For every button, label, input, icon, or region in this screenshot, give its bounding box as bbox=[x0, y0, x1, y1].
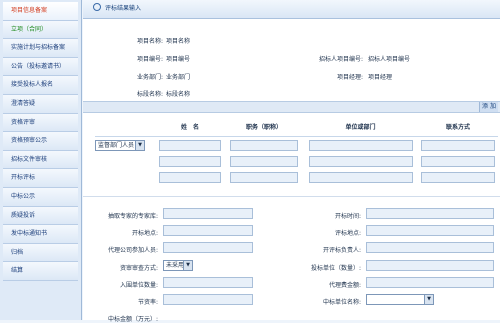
qual-method-select[interactable]: 未采用 ▼ bbox=[163, 260, 193, 271]
shortlist-count-label: 入围单位数量: bbox=[119, 282, 158, 289]
sidebar-item-complaints[interactable]: 质疑投诉 bbox=[3, 206, 78, 226]
open-place-label: 开标地点: bbox=[131, 230, 158, 237]
qual-method-label: 资审审查方式: bbox=[119, 265, 158, 272]
sidebar-item-clarification[interactable]: 澄清答疑 bbox=[3, 94, 78, 114]
sidebar-item-archive[interactable]: 归档 bbox=[3, 243, 78, 263]
bidder-count-label: 投标单位（数量）: bbox=[310, 265, 361, 272]
bidder-count-input[interactable] bbox=[366, 260, 494, 271]
eval-place-input[interactable] bbox=[366, 225, 494, 236]
col-header-name: 姓 名 bbox=[155, 116, 225, 137]
add-button[interactable]: 添 加 bbox=[479, 102, 498, 112]
section-name-label: 标段名称: bbox=[136, 91, 163, 98]
sidebar-item-plan-filing[interactable]: 实施计划与招标备案 bbox=[3, 39, 78, 58]
chevron-down-icon: ▼ bbox=[135, 140, 144, 150]
committee-table: 姓 名 职务（职称） 单位或部门 联系方式 监督部门人员 ▼ bbox=[95, 116, 498, 185]
project-no-value: 项目编号 bbox=[166, 56, 191, 63]
qual-method-value: 未采用 bbox=[166, 262, 185, 269]
open-leader-label: 开评标负责人: bbox=[322, 247, 361, 254]
col-header-title: 职务（职称） bbox=[225, 116, 303, 137]
table-row: 监督部门人员 ▼ bbox=[95, 137, 498, 154]
open-leader-input[interactable] bbox=[366, 242, 494, 253]
member-unit-input[interactable] bbox=[308, 171, 413, 183]
member-contact-input[interactable] bbox=[421, 155, 495, 167]
winner-label: 中标单位名称: bbox=[322, 299, 361, 306]
eval-place-label: 评标地点: bbox=[334, 230, 361, 237]
expert-source-label: 抽取专家的专家库: bbox=[107, 213, 158, 220]
member-title-input[interactable] bbox=[230, 139, 298, 151]
member-contact-input[interactable] bbox=[421, 171, 495, 183]
member-title-input[interactable] bbox=[230, 155, 298, 167]
member-unit-input[interactable] bbox=[308, 155, 413, 167]
open-time-label: 开标时间: bbox=[334, 213, 361, 220]
tender-no-label: 招标人项目编号: bbox=[318, 56, 363, 63]
member-name-input[interactable] bbox=[159, 139, 221, 151]
sidebar-item-project-info[interactable]: 项目信息备案 bbox=[3, 2, 78, 21]
sidebar-item-bid-evaluation[interactable]: 开标评标 bbox=[3, 169, 78, 188]
sidebar-item-prequal-notice[interactable]: 资格预审公示 bbox=[3, 132, 78, 151]
col-header-contact: 联系方式 bbox=[418, 116, 498, 137]
agency-members-label: 代理公司参加人员: bbox=[107, 247, 158, 254]
sidebar-item-settlement[interactable]: 结算 bbox=[3, 262, 78, 281]
sidebar-item-registration[interactable]: 接受投标人报名 bbox=[3, 76, 78, 95]
open-time-input[interactable] bbox=[366, 208, 494, 219]
sidebar-item-award-notice[interactable]: 中标公示 bbox=[3, 187, 78, 207]
manager-value: 项目经理 bbox=[368, 74, 393, 81]
project-no-label: 项目编号: bbox=[136, 56, 163, 63]
table-row bbox=[95, 169, 498, 185]
member-name-input[interactable] bbox=[159, 171, 221, 183]
open-place-input[interactable] bbox=[163, 225, 253, 236]
dept-value: 业务部门 bbox=[166, 74, 191, 81]
col-header-unit: 单位或部门 bbox=[303, 116, 418, 137]
saving-rate-label: 节资率: bbox=[137, 299, 158, 306]
shortlist-count-input[interactable] bbox=[163, 277, 253, 288]
project-name-label: 项目名称: bbox=[136, 38, 163, 45]
chevron-down-icon: ▼ bbox=[424, 295, 433, 304]
table-row bbox=[95, 153, 498, 169]
agency-members-input[interactable] bbox=[163, 242, 253, 253]
section-divider bbox=[83, 196, 500, 197]
tender-no-value: 招标人项目编号 bbox=[368, 56, 411, 63]
member-name-input[interactable] bbox=[159, 155, 221, 167]
award-amount-label: 中标金额（万元）: bbox=[107, 316, 158, 323]
manager-label: 项目经理: bbox=[336, 74, 363, 81]
sidebar-item-doc-review[interactable]: 招标文件审核 bbox=[3, 150, 78, 170]
role-select[interactable]: 监督部门人员 ▼ bbox=[95, 139, 145, 151]
member-contact-input[interactable] bbox=[421, 139, 495, 151]
agency-fee-label: 代理费金额: bbox=[328, 282, 361, 289]
sidebar-item-award-letter[interactable]: 发中标通知书 bbox=[3, 225, 78, 244]
page-title: 评标结果输入 bbox=[105, 5, 142, 12]
dept-label: 业务部门: bbox=[136, 74, 163, 81]
role-select-value: 监督部门人员 bbox=[98, 141, 135, 149]
expert-source-input[interactable] bbox=[163, 208, 253, 219]
chevron-down-icon: ▼ bbox=[183, 261, 192, 270]
section-name-value: 标段名称 bbox=[166, 91, 191, 98]
winner-select[interactable]: ▼ bbox=[366, 294, 434, 305]
sidebar-item-approval[interactable]: 立项（合同） bbox=[3, 20, 78, 40]
circle-bullet-icon bbox=[93, 3, 101, 11]
sidebar-item-announcement[interactable]: 公告（投标邀请书） bbox=[3, 57, 78, 77]
committee-toolbar: 添 加 bbox=[83, 101, 500, 113]
agency-fee-input[interactable] bbox=[366, 277, 494, 288]
member-unit-input[interactable] bbox=[308, 139, 413, 151]
main-panel: 评标结果输入 项目名称: 项目名称 项目编号: 项目编号 招标人项目编号: 招标… bbox=[83, 0, 500, 323]
member-title-input[interactable] bbox=[230, 171, 298, 183]
page-title-bar: 评标结果输入 bbox=[83, 0, 500, 19]
sidebar-nav: 项目信息备案 立项（合同） 实施计划与招标备案 公告（投标邀请书） 接受投标人报… bbox=[0, 0, 82, 320]
project-name-value: 项目名称 bbox=[166, 38, 191, 45]
saving-rate-input[interactable] bbox=[163, 294, 253, 305]
sidebar-item-qualification-review[interactable]: 资格评审 bbox=[3, 113, 78, 133]
